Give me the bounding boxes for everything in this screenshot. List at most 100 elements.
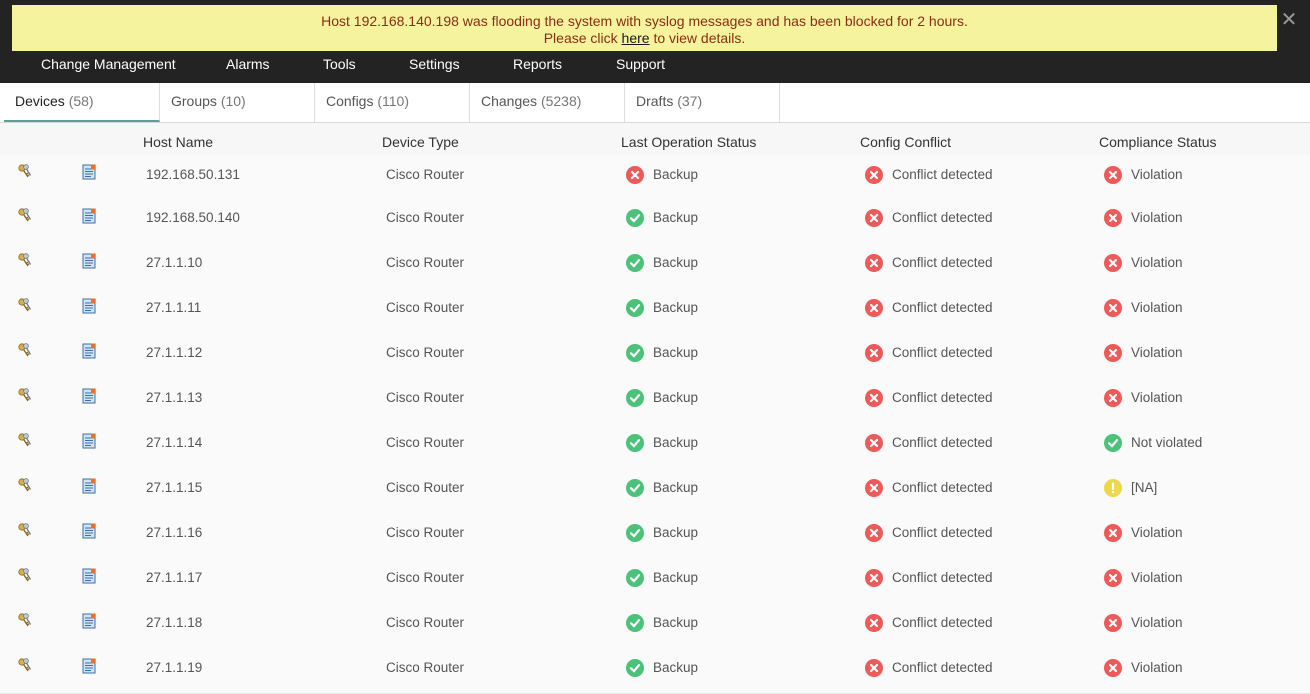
- device-type-cell: Cisco Router: [386, 210, 465, 225]
- keys-icon[interactable]: [16, 342, 34, 360]
- tab-label: Devices: [15, 93, 65, 109]
- host-name-cell[interactable]: 27.1.1.13: [146, 390, 202, 405]
- config-file-icon[interactable]: [80, 252, 98, 270]
- nav-reports[interactable]: Reports: [513, 56, 562, 72]
- host-name-cell[interactable]: 27.1.1.12: [146, 345, 202, 360]
- table-row[interactable]: 27.1.1.13 Cisco Router Backup Conflict dete…: [0, 378, 1310, 424]
- nav-settings[interactable]: Settings: [409, 56, 460, 72]
- config-file-icon[interactable]: [80, 342, 98, 360]
- table-row[interactable]: 27.1.1.11 Cisco Router Backup Conflict dete…: [0, 288, 1310, 334]
- operation-status-text: Backup: [653, 570, 699, 585]
- tab-changes[interactable]: Changes (5238): [470, 83, 625, 122]
- keys-icon[interactable]: [16, 207, 34, 225]
- x-circle-icon: [1104, 389, 1122, 407]
- host-name-cell[interactable]: 27.1.1.17: [146, 570, 202, 585]
- keys-icon[interactable]: [16, 522, 34, 540]
- x-circle-icon: [865, 479, 883, 497]
- tab-devices[interactable]: Devices (58): [4, 83, 160, 122]
- x-circle-icon: [1104, 166, 1122, 184]
- x-circle-icon: [1104, 254, 1122, 272]
- column-header-compliance-status[interactable]: Compliance Status: [1099, 134, 1217, 150]
- nav-tools[interactable]: Tools: [323, 56, 356, 72]
- keys-icon[interactable]: [16, 612, 34, 630]
- config-file-icon[interactable]: [80, 657, 98, 675]
- column-header-config-conflict[interactable]: Config Conflict: [860, 134, 951, 150]
- config-conflict-text: Conflict detected: [892, 435, 993, 450]
- config-file-icon[interactable]: [80, 297, 98, 315]
- tab-groups[interactable]: Groups (10): [160, 83, 315, 122]
- x-circle-icon: [1104, 614, 1122, 632]
- config-file-icon[interactable]: [80, 477, 98, 495]
- x-circle-icon: [865, 434, 883, 452]
- keys-icon[interactable]: [16, 252, 34, 270]
- config-file-icon[interactable]: [80, 387, 98, 405]
- table-row[interactable]: 192.168.50.131 Cisco Router Backup Conflict…: [0, 155, 1310, 199]
- table-row[interactable]: 27.1.1.18 Cisco Router Backup Conflict dete…: [0, 603, 1310, 649]
- table-row[interactable]: 27.1.1.14 Cisco Router Backup Conflict dete…: [0, 423, 1310, 469]
- compliance-status-text: [NA]: [1131, 480, 1158, 495]
- keys-icon[interactable]: [16, 477, 34, 495]
- column-header-host-name[interactable]: Host Name: [143, 134, 213, 150]
- operation-status-text: Backup: [653, 390, 699, 405]
- table-row[interactable]: 27.1.1.15 Cisco Router Backup Conflict dete…: [0, 468, 1310, 514]
- x-circle-icon: [626, 166, 644, 184]
- keys-icon[interactable]: [16, 567, 34, 585]
- operation-status-text: Backup: [653, 167, 699, 182]
- config-conflict-text: Conflict detected: [892, 525, 993, 540]
- config-file-icon[interactable]: [80, 522, 98, 540]
- host-name-cell[interactable]: 27.1.1.15: [146, 480, 202, 495]
- device-type-cell: Cisco Router: [386, 480, 465, 495]
- table-row[interactable]: 27.1.1.12 Cisco Router Backup Conflict dete…: [0, 333, 1310, 379]
- config-file-icon[interactable]: [80, 432, 98, 450]
- nav-change-management[interactable]: Change Management: [41, 56, 176, 72]
- check-circle-icon: [1104, 434, 1122, 452]
- close-icon[interactable]: ✕: [1279, 10, 1299, 31]
- table-row[interactable]: 27.1.1.19 Cisco Router Backup Conflict dete…: [0, 648, 1310, 694]
- device-type-cell: Cisco Router: [386, 660, 465, 675]
- keys-icon[interactable]: [16, 432, 34, 450]
- x-circle-icon: [865, 344, 883, 362]
- tab-drafts[interactable]: Drafts (37): [625, 83, 780, 122]
- host-name-cell[interactable]: 27.1.1.19: [146, 660, 202, 675]
- host-name-cell[interactable]: 27.1.1.16: [146, 525, 202, 540]
- column-header-last-operation-status[interactable]: Last Operation Status: [621, 134, 756, 150]
- check-circle-icon: [626, 524, 644, 542]
- host-name-cell[interactable]: 27.1.1.14: [146, 435, 202, 450]
- tab-configs[interactable]: Configs (110): [315, 83, 470, 122]
- keys-icon[interactable]: [16, 297, 34, 315]
- check-circle-icon: [626, 479, 644, 497]
- config-file-icon[interactable]: [80, 163, 98, 181]
- x-circle-icon: [865, 569, 883, 587]
- keys-icon[interactable]: [16, 657, 34, 675]
- check-circle-icon: [626, 209, 644, 227]
- device-type-cell: Cisco Router: [386, 390, 465, 405]
- notification-banner: Host 192.168.140.198 was flooding the sy…: [12, 5, 1297, 51]
- operation-status-text: Backup: [653, 480, 699, 495]
- host-name-cell[interactable]: 27.1.1.11: [146, 300, 201, 315]
- config-file-icon[interactable]: [80, 207, 98, 225]
- config-conflict-text: Conflict detected: [892, 480, 993, 495]
- check-circle-icon: [626, 614, 644, 632]
- keys-icon[interactable]: [16, 387, 34, 405]
- nav-alarms[interactable]: Alarms: [226, 56, 270, 72]
- host-name-cell[interactable]: 192.168.50.131: [146, 167, 240, 182]
- compliance-status-text: Not violated: [1131, 435, 1203, 450]
- config-file-icon[interactable]: [80, 567, 98, 585]
- host-name-cell[interactable]: 27.1.1.18: [146, 615, 202, 630]
- table-row[interactable]: 27.1.1.17 Cisco Router Backup Conflict dete…: [0, 558, 1310, 604]
- operation-status-text: Backup: [653, 255, 699, 270]
- table-row[interactable]: 27.1.1.16 Cisco Router Backup Conflict dete…: [0, 513, 1310, 559]
- nav-support[interactable]: Support: [616, 56, 665, 72]
- host-name-cell[interactable]: 192.168.50.140: [146, 210, 240, 225]
- x-circle-icon: [1104, 344, 1122, 362]
- banner-details-link[interactable]: here: [622, 30, 650, 46]
- table-row[interactable]: 27.1.1.10 Cisco Router Backup Conflict dete…: [0, 243, 1310, 289]
- host-name-cell[interactable]: 27.1.1.10: [146, 255, 202, 270]
- keys-icon[interactable]: [16, 163, 34, 181]
- check-circle-icon: [626, 254, 644, 272]
- config-file-icon[interactable]: [80, 612, 98, 630]
- column-header-device-type[interactable]: Device Type: [382, 134, 459, 150]
- table-row[interactable]: 192.168.50.140 Cisco Router Backup Conflict…: [0, 198, 1310, 244]
- x-circle-icon: [865, 254, 883, 272]
- inventory-tabs: Devices (58) Groups (10) Configs (110) C…: [0, 83, 1310, 123]
